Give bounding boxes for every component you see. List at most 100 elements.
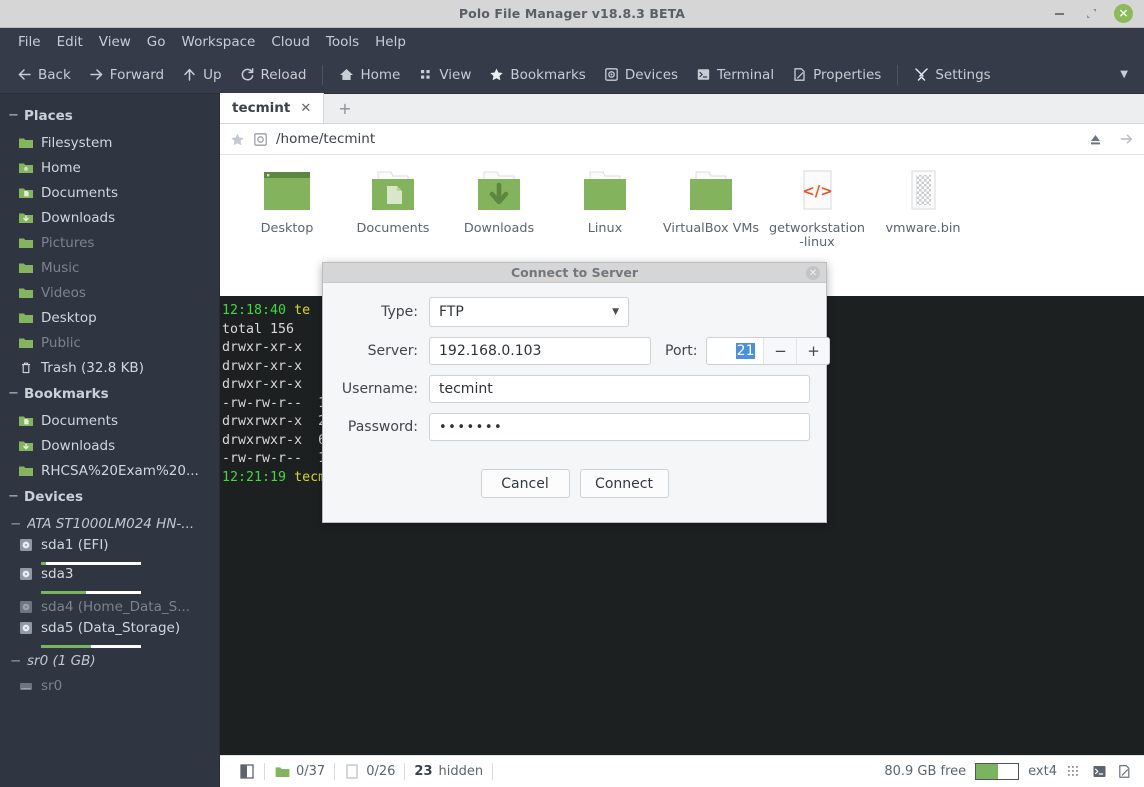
type-select[interactable]: FTP ▼ xyxy=(429,297,629,327)
minimize-button[interactable] xyxy=(1050,5,1068,23)
folder-home-icon xyxy=(18,160,34,176)
password-input[interactable]: ••••••• xyxy=(429,413,810,441)
port-increment-button[interactable]: + xyxy=(796,338,830,364)
path-bar-actions xyxy=(1088,132,1134,147)
toolbar-home-button[interactable]: Home xyxy=(330,63,409,87)
close-icon[interactable]: ✕ xyxy=(300,101,311,116)
toolbar-back-button[interactable]: Back xyxy=(8,63,80,87)
arrow-right-icon[interactable] xyxy=(1119,132,1134,147)
grid-view-icon[interactable] xyxy=(1066,764,1082,780)
device-icon[interactable] xyxy=(253,132,268,147)
username-control: tecmint xyxy=(429,375,810,403)
star-icon[interactable] xyxy=(230,132,245,147)
cancel-button[interactable]: Cancel xyxy=(480,469,570,498)
toolbar-bookmarks-button[interactable]: Bookmarks xyxy=(480,63,594,87)
sidebar-device-group-sr0[interactable]: − sr0 (1 GB) xyxy=(0,648,219,673)
file-item-vmware-bin[interactable]: vmware.bin xyxy=(870,167,976,236)
sidebar-item-label: Videos xyxy=(41,284,86,301)
folder-icon xyxy=(18,335,34,351)
new-tab-button[interactable]: + xyxy=(324,93,365,123)
toolbar-up-button[interactable]: Up xyxy=(173,63,230,87)
sidebar-item-documents[interactable]: Documents xyxy=(0,180,219,205)
sidebar-item-label: Documents xyxy=(41,412,118,429)
toolbar-forward-button[interactable]: Forward xyxy=(80,63,173,87)
sidebar-drive-sda3[interactable]: sda3 xyxy=(0,565,219,594)
sidebar-item-music[interactable]: Music xyxy=(0,255,219,280)
sidebar-item-pictures[interactable]: Pictures xyxy=(0,230,219,255)
select-all-button[interactable] xyxy=(230,764,264,780)
menu-edit[interactable]: Edit xyxy=(49,31,91,53)
menu-cloud[interactable]: Cloud xyxy=(263,31,318,53)
connect-button[interactable]: Connect xyxy=(579,469,669,498)
file-name: vmware.bin xyxy=(885,221,961,236)
maximize-button[interactable] xyxy=(1082,5,1100,23)
folder-download-icon xyxy=(18,210,34,226)
server-input[interactable]: 192.168.0.103 xyxy=(429,337,651,365)
file-item-downloads[interactable]: Downloads xyxy=(446,167,552,236)
properties-icon[interactable] xyxy=(1116,764,1132,780)
sidebar-item-public[interactable]: Public xyxy=(0,330,219,355)
password-control: ••••••• xyxy=(429,413,810,441)
menu-tools[interactable]: Tools xyxy=(318,31,367,53)
toolbar-terminal-button[interactable]: Terminal xyxy=(687,63,783,87)
reload-icon xyxy=(240,67,255,82)
file-item-linux[interactable]: Linux xyxy=(552,167,658,236)
sidebar-item-downloads[interactable]: Downloads xyxy=(0,205,219,230)
folder-icon xyxy=(18,135,34,151)
sidebar-item-home[interactable]: Home xyxy=(0,155,219,180)
collapse-icon: − xyxy=(8,489,19,504)
sidebar-drive-label: sr0 xyxy=(41,677,63,694)
sidebar-drive-sda4[interactable]: sda4 (Home_Data_S... xyxy=(0,594,219,619)
toolbar-settings-button[interactable]: Settings xyxy=(905,63,999,87)
sidebar-section-devices[interactable]: − Devices xyxy=(0,483,219,511)
menu-workspace[interactable]: Workspace xyxy=(174,31,264,53)
port-decrement-button[interactable]: − xyxy=(763,338,797,364)
menu-view[interactable]: View xyxy=(91,31,139,53)
sidebar-bookmark-downloads[interactable]: Downloads xyxy=(0,433,219,458)
sidebar-section-places[interactable]: − Places xyxy=(0,102,219,130)
username-input[interactable]: tecmint xyxy=(429,375,810,403)
close-icon[interactable]: ✕ xyxy=(806,266,820,280)
status-files[interactable]: 0/26 xyxy=(335,764,404,780)
sidebar-item-filesystem[interactable]: Filesystem xyxy=(0,130,219,155)
toolbar-properties-button[interactable]: Properties xyxy=(783,63,890,87)
sidebar-drive-sda5[interactable]: sda5 (Data_Storage) xyxy=(0,619,219,648)
sidebar-section-bookmarks[interactable]: − Bookmarks xyxy=(0,380,219,408)
sidebar-drive-sda1[interactable]: sda1 (EFI) xyxy=(0,536,219,565)
sidebar-item-desktop[interactable]: Desktop xyxy=(0,305,219,330)
port-value: 21 xyxy=(735,343,756,359)
toolbar-reload-button[interactable]: Reload xyxy=(231,63,316,87)
toolbar-devices-label: Devices xyxy=(624,66,679,83)
toolbar-devices-button[interactable]: Devices xyxy=(595,63,687,87)
tab-tecmint[interactable]: tecmint ✕ xyxy=(220,93,325,123)
terminal-text: 12:18:40 xyxy=(222,303,295,318)
toolbar-overflow-button[interactable]: ▼ xyxy=(1120,69,1136,80)
sidebar-item-trash[interactable]: Trash (32.8 KB) xyxy=(0,355,219,380)
port-input[interactable]: 21 xyxy=(707,338,763,364)
path-text[interactable]: /home/tecmint xyxy=(276,131,375,147)
terminal-icon xyxy=(696,67,711,82)
menu-go[interactable]: Go xyxy=(139,31,174,53)
terminal-icon[interactable] xyxy=(1091,764,1107,780)
folder-icon xyxy=(576,167,634,215)
sidebar-bookmark-rhcsa[interactable]: RHCSA%20Exam%20... xyxy=(0,458,219,483)
close-button[interactable]: ✕ xyxy=(1114,4,1133,23)
menu-help[interactable]: Help xyxy=(367,31,414,53)
svg-text:</>: </> xyxy=(802,182,833,200)
status-folders[interactable]: 0/37 xyxy=(265,764,334,780)
file-item-desktop[interactable]: Desktop xyxy=(234,167,340,236)
sidebar-device-group-ata[interactable]: − ATA ST1000LM024 HN-... xyxy=(0,511,219,536)
sidebar-item-videos[interactable]: Videos xyxy=(0,280,219,305)
eject-icon[interactable] xyxy=(1088,132,1103,147)
toolbar-view-button[interactable]: View xyxy=(409,63,480,87)
status-hidden[interactable]: 23 hidden xyxy=(405,764,492,779)
sidebar-item-label: Downloads xyxy=(41,437,116,454)
menu-file[interactable]: File xyxy=(10,31,49,53)
file-item-virtualbox-vms[interactable]: VirtualBox VMs xyxy=(658,167,764,236)
sidebar-drive-sr0[interactable]: sr0 xyxy=(0,673,219,698)
sidebar-bookmark-documents[interactable]: Documents xyxy=(0,408,219,433)
terminal-text: te xyxy=(294,303,311,318)
collapse-icon: − xyxy=(10,515,22,532)
file-item-documents[interactable]: Documents xyxy=(340,167,446,236)
file-item-getworkstation-linux[interactable]: </> getworkstation-linux xyxy=(764,167,870,250)
